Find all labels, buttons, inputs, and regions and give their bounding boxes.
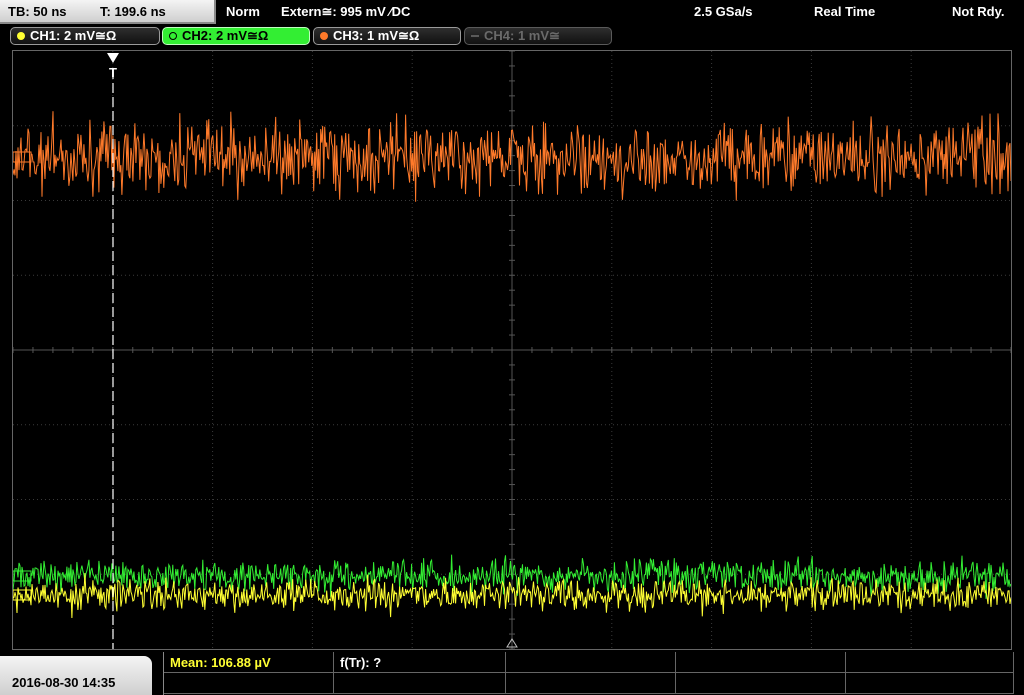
datetime: 2016-08-30 14:35	[12, 675, 116, 690]
ch2-label: CH2: 2 mV≅Ω	[182, 28, 269, 43]
acquisition-status: Not Rdy.	[952, 4, 1005, 19]
measurement-slot-5[interactable]	[846, 652, 1014, 673]
trigger-time-readout[interactable]: T: 199.6 ns	[100, 4, 166, 19]
trigger-position-icon	[107, 53, 119, 63]
bottom-bar: 2016-08-30 14:35 Mean: 106.88 µV f(Tr): …	[0, 652, 1024, 695]
timebase-readout[interactable]: TB: 50 ns	[8, 4, 67, 19]
measurement-slot-10[interactable]	[846, 673, 1014, 694]
ch2-indicator-icon	[169, 32, 177, 40]
ch1-label: CH1: 2 mV≅Ω	[30, 28, 117, 43]
measurement-panel[interactable]: Mean: 106.88 µV f(Tr): ?	[163, 652, 1014, 695]
waveform-display[interactable]: T	[12, 50, 1012, 650]
waveform-canvas: T	[13, 51, 1011, 649]
trigger-source[interactable]: Extern≅: 995 mV ∕DC	[281, 4, 410, 20]
tab-ch1[interactable]: CH1: 2 mV≅Ω	[10, 27, 160, 45]
trigger-marker-label: T	[109, 65, 117, 80]
measurement-slot-3[interactable]	[506, 652, 676, 673]
measurement-slot-9[interactable]	[676, 673, 846, 694]
tab-ch3[interactable]: CH3: 1 mV≅Ω	[313, 27, 461, 45]
graticule	[13, 51, 1011, 649]
measurement-mean[interactable]: Mean: 106.88 µV	[164, 652, 334, 673]
trigger-mode[interactable]: Norm	[226, 4, 260, 19]
ch4-disabled-icon	[471, 35, 479, 37]
ch1-indicator-icon	[17, 32, 25, 40]
timebase-panel[interactable]: TB: 50 ns T: 199.6 ns	[0, 0, 216, 24]
measurement-slot-4[interactable]	[676, 652, 846, 673]
sample-rate[interactable]: 2.5 GSa/s	[694, 4, 753, 19]
ch4-label: CH4: 1 mV≅	[484, 28, 560, 43]
ch3-label: CH3: 1 mV≅Ω	[333, 28, 420, 43]
acquisition-mode[interactable]: Real Time	[814, 4, 875, 19]
tab-ch4[interactable]: CH4: 1 mV≅	[464, 27, 612, 45]
measurement-slot-6[interactable]	[164, 673, 334, 694]
status-bar: TB: 50 ns T: 199.6 ns Norm Extern≅: 995 …	[0, 0, 1024, 24]
measurement-slot-7[interactable]	[334, 673, 506, 694]
measurement-frequency[interactable]: f(Tr): ?	[334, 652, 506, 673]
tab-ch2[interactable]: CH2: 2 mV≅Ω	[162, 27, 310, 45]
ch3-indicator-icon	[320, 32, 328, 40]
measurement-slot-8[interactable]	[506, 673, 676, 694]
datetime-panel: 2016-08-30 14:35	[0, 656, 152, 695]
